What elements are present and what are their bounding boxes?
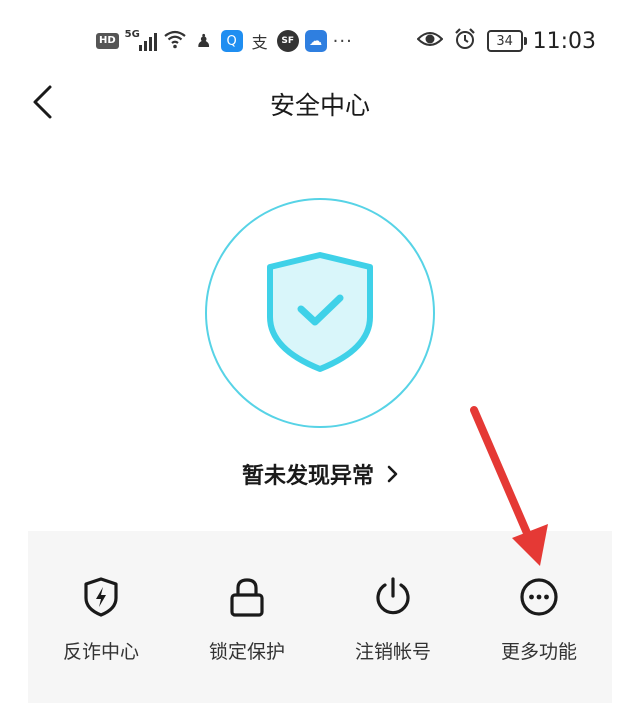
anti-fraud-center-button[interactable]: 反诈中心	[28, 531, 174, 703]
status-time: 11:03	[532, 28, 596, 54]
more-circle-icon	[517, 575, 561, 619]
cancel-account-button[interactable]: 注销帐号	[320, 531, 466, 703]
search-app-icon: Q	[220, 30, 243, 52]
lock-protection-button[interactable]: 锁定保护	[174, 531, 320, 703]
hd-badge: HD	[96, 33, 119, 49]
weather-icon: ☁	[304, 30, 327, 52]
action-label: 更多功能	[500, 641, 577, 663]
qq-icon: ♟	[195, 30, 212, 52]
security-status-graphic	[204, 197, 436, 429]
eye-icon	[416, 30, 444, 52]
cell-signal-icon: 5G	[125, 29, 157, 51]
security-actions-panel: 反诈中心 锁定保护 注销帐号 更多功能	[28, 531, 612, 703]
lock-icon	[225, 575, 269, 619]
action-label: 锁定保护	[208, 641, 285, 663]
power-icon	[371, 575, 415, 619]
shield-check-icon	[267, 252, 373, 372]
chevron-right-icon	[387, 465, 398, 483]
shield-bolt-icon	[79, 575, 123, 619]
status-bar: HD 5G ♟ Q 支 SF ☁ ··· 34 11:03	[0, 0, 640, 80]
action-label: 注销帐号	[354, 641, 431, 663]
security-status-link[interactable]: 暂未发现异常	[0, 458, 640, 490]
battery-icon: 34	[486, 30, 527, 52]
page-title: 安全中心	[269, 91, 370, 120]
status-right: 34 11:03	[416, 27, 596, 55]
more-notifications-icon: ···	[332, 30, 353, 52]
action-label: 反诈中心	[62, 641, 139, 663]
wifi-icon	[163, 29, 187, 53]
security-status-label: 暂未发现异常	[241, 464, 374, 489]
sf-icon: SF	[276, 30, 299, 52]
alarm-icon	[453, 27, 477, 55]
more-features-button[interactable]: 更多功能	[466, 531, 612, 703]
status-left: HD 5G ♟ Q 支 SF ☁ ···	[96, 28, 353, 54]
alipay-icon: 支	[251, 33, 268, 52]
